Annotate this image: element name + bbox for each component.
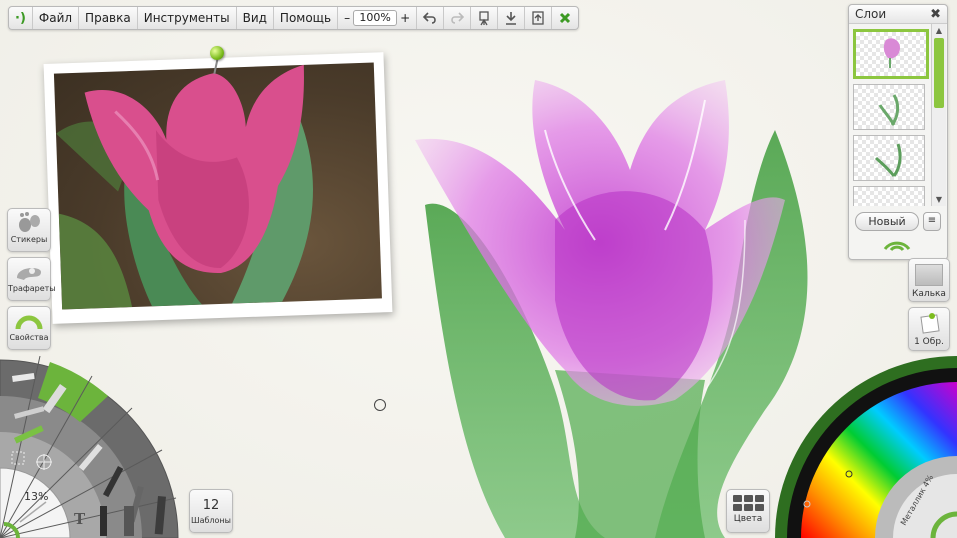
scroll-up-icon[interactable]: ▲ (932, 26, 946, 35)
layers-header: Слои ✖ (849, 5, 947, 24)
new-layer-button[interactable]: Новый (855, 212, 919, 231)
stencil-icon (8, 258, 50, 282)
close-icon[interactable] (552, 7, 578, 29)
import-icon[interactable] (498, 7, 526, 29)
footprints-icon (8, 209, 50, 233)
scroll-down-icon[interactable]: ▼ (932, 195, 946, 204)
templates-count: 12 (202, 498, 220, 513)
menu-help[interactable]: Помощь (274, 7, 339, 29)
properties-button[interactable]: Свойства (7, 306, 51, 350)
menu-tools[interactable]: Инструменты (138, 7, 237, 29)
easel-icon[interactable] (471, 7, 499, 29)
zoom-value[interactable]: 100% (353, 10, 398, 26)
undo-icon[interactable] (417, 7, 445, 29)
redo-icon[interactable] (444, 7, 472, 29)
properties-label: Свойства (9, 333, 49, 342)
painted-tulip (415, 80, 808, 538)
tracing-button[interactable]: Калька (908, 258, 950, 302)
layers-close-icon[interactable]: ✖ (930, 7, 941, 22)
reference-label: 1 Обр. (914, 337, 944, 347)
reference-photo[interactable] (43, 52, 393, 324)
app-logo-icon[interactable]: ·) (9, 7, 33, 29)
brush-cursor (374, 399, 386, 411)
reference-image-icon (920, 313, 940, 334)
layer-menu-button[interactable]: ≡ (923, 212, 941, 231)
templates-button[interactable]: 12 Шаблоны (189, 489, 233, 533)
menu-view[interactable]: Вид (237, 7, 274, 29)
layers-panel: Слои ✖ ▲ ▼ Новый ≡ (848, 4, 948, 260)
menu-edit[interactable]: Правка (79, 7, 138, 29)
scroll-thumb[interactable] (934, 38, 944, 108)
zoom-out-button[interactable]: – (344, 11, 350, 25)
layer-item[interactable] (853, 84, 925, 130)
stickers-button[interactable]: Стикеры (7, 208, 51, 252)
arc-icon (8, 307, 50, 331)
colors-label: Цвета (733, 514, 763, 524)
text-tool-icon[interactable]: T (74, 510, 86, 528)
swatches-icon (727, 495, 769, 511)
layer-item[interactable] (853, 186, 925, 206)
colors-button[interactable]: Цвета (726, 489, 770, 533)
stencils-button[interactable]: Трафареты (7, 257, 56, 301)
collapse-panel-icon[interactable] (883, 237, 911, 251)
brush-wheel[interactable]: T (0, 356, 180, 538)
layers-scrollbar[interactable]: ▲ ▼ (931, 24, 946, 206)
zoom-control: – 100% + (338, 7, 418, 29)
layers-title: Слои (855, 7, 887, 21)
zoom-in-button[interactable]: + (400, 11, 410, 25)
tracing-label: Калька (912, 289, 946, 299)
reference-image (53, 62, 382, 310)
layer-item[interactable] (853, 135, 925, 181)
layer-item[interactable] (853, 29, 929, 79)
pin-icon (210, 46, 224, 60)
stencils-label: Трафареты (8, 284, 56, 293)
brush-size-value: 13% (24, 490, 49, 503)
export-icon[interactable] (525, 7, 553, 29)
reference-button[interactable]: 1 Обр. (908, 307, 950, 351)
templates-label: Шаблоны (191, 516, 231, 525)
menu-file[interactable]: Файл (33, 7, 80, 29)
color-picker-wheel[interactable]: Металлик 4% (775, 356, 957, 538)
tracing-paper-icon (915, 264, 943, 286)
stickers-label: Стикеры (10, 235, 48, 244)
layer-list (849, 24, 931, 206)
menu-bar: ·) Файл Правка Инструменты Вид Помощь – … (8, 6, 580, 30)
